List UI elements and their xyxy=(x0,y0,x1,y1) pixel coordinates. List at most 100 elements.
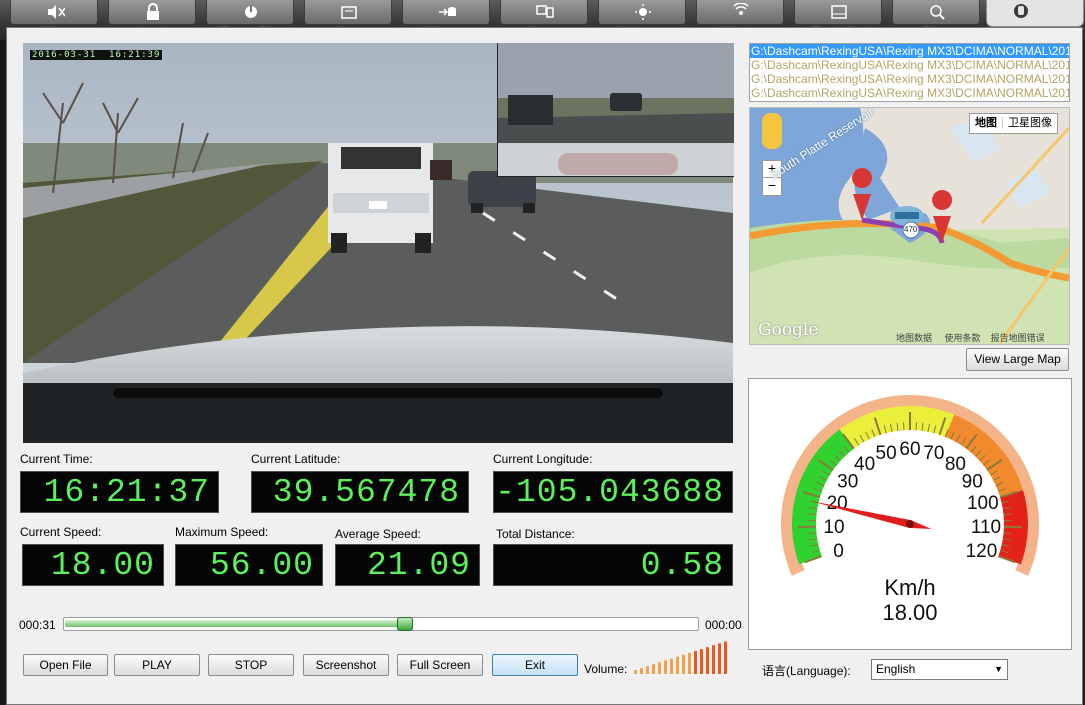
osd-timestamp: 2016-03-31 16:21:39 xyxy=(30,50,163,60)
volume-bar xyxy=(688,652,691,674)
toolbar-button-face xyxy=(794,0,882,25)
gauge-tick-label: 40 xyxy=(854,454,875,475)
language-label: 语言(Language): xyxy=(762,664,851,678)
current-time-display: 16:21:37 xyxy=(20,471,219,513)
toolbar-button-face xyxy=(892,0,980,25)
volume-bar xyxy=(706,647,709,674)
distance-label: Total Distance: xyxy=(496,527,575,541)
toolbar-button-face xyxy=(108,0,196,25)
exit-button[interactable]: Exit xyxy=(492,654,578,676)
terms-link[interactable]: 使用条款 xyxy=(945,333,981,343)
seek-bar[interactable] xyxy=(63,617,699,631)
current-speed-display: 18.00 xyxy=(22,544,164,586)
volume-bar xyxy=(658,662,661,674)
play-button[interactable]: PLAY xyxy=(114,654,200,676)
osd-date: 2016-03-31 xyxy=(32,50,97,60)
speed-value: 18.00 xyxy=(882,600,938,625)
gauge-tick xyxy=(1003,525,1022,529)
toolbar-button-face xyxy=(206,0,294,25)
toolbar-button-face xyxy=(598,0,686,25)
longitude-display: -105.043688 xyxy=(493,471,733,513)
volume-bar xyxy=(712,645,715,674)
speed-unit: Km/h xyxy=(884,575,936,600)
volume-bar xyxy=(670,658,673,674)
gauge-tick-label: 120 xyxy=(966,541,998,562)
user-icon xyxy=(1014,4,1028,18)
file-item[interactable]: G:\Dashcam\RexingUSA\Rexing MX3\DCIMA\NO… xyxy=(750,86,1069,100)
route-map[interactable]: + − 地图 卫星图像 South Platte Reservoir 470 Go… xyxy=(749,107,1070,345)
seek-progress xyxy=(65,620,407,627)
current-speed-label: Current Speed: xyxy=(20,525,102,539)
map-tab[interactable]: 地图 xyxy=(970,117,1003,129)
gauge-tick-label: 60 xyxy=(899,439,920,460)
view-large-map-button[interactable]: View Large Map xyxy=(966,348,1069,371)
language-selected: English xyxy=(876,662,916,676)
brightness-icon xyxy=(635,4,651,20)
volume-bar xyxy=(646,666,649,674)
gauge-tick-label: 0 xyxy=(833,541,844,562)
toolbar-button-face xyxy=(696,0,784,25)
gauge-tick-label: 110 xyxy=(971,517,1001,538)
open-file-button[interactable]: Open File xyxy=(23,654,108,676)
map-footer: 地图数据 使用条款 报告地图错误 xyxy=(896,331,1045,344)
satellite-tab[interactable]: 卫星图像 xyxy=(1003,117,1057,129)
volume-bar xyxy=(724,641,727,674)
gauge-tick xyxy=(915,422,918,431)
hibernate-icon xyxy=(439,7,456,16)
max-speed-display: 56.00 xyxy=(175,544,323,586)
language-select[interactable]: English ▼ xyxy=(871,659,1008,680)
gauge-tick-label: 20 xyxy=(827,493,848,514)
gauge-tick xyxy=(902,422,905,431)
zoom-out-button[interactable]: − xyxy=(762,177,782,196)
google-logo: Google xyxy=(758,320,819,340)
volume-slider[interactable] xyxy=(634,640,730,676)
rear-camera-video xyxy=(497,43,734,177)
gauge-tick-label: 90 xyxy=(962,471,983,492)
chevron-down-icon: ▼ xyxy=(994,664,1003,674)
volume-bar xyxy=(700,649,703,674)
file-item[interactable]: G:\Dashcam\RexingUSA\Rexing MX3\DCIMA\NO… xyxy=(750,44,1069,58)
remaining-time: 000:00 xyxy=(705,618,742,632)
sleep-icon xyxy=(341,6,357,19)
full-screen-button[interactable]: Full Screen xyxy=(397,654,483,676)
avg-speed-label: Average Speed: xyxy=(335,527,421,541)
route-shield: 470 xyxy=(904,225,918,234)
map-data-link[interactable]: 地图数据 xyxy=(896,333,932,343)
stop-button[interactable]: STOP xyxy=(208,654,294,676)
file-item[interactable]: G:\Dashcam\RexingUSA\Rexing MX3\DCIMA\NO… xyxy=(750,58,1069,72)
speedometer: 0 10 20 30 40 50 60 70 80 90 100 110 120 Km/h 18.00 xyxy=(748,378,1072,650)
power-plan-icon xyxy=(245,5,257,18)
report-error-link[interactable]: 报告地图错误 xyxy=(991,333,1045,343)
elapsed-time: 000:31 xyxy=(19,618,56,632)
volume-bar xyxy=(664,660,667,674)
wireless-icon xyxy=(733,3,749,15)
file-item[interactable]: G:\Dashcam\RexingUSA\Rexing MX3\DCIMA\NO… xyxy=(750,72,1069,86)
zoom-icon xyxy=(930,5,945,20)
speaker-mute-icon xyxy=(48,5,65,19)
volume-bar xyxy=(682,654,685,674)
gauge-tick-label: 70 xyxy=(923,443,944,464)
gauge-tick xyxy=(798,525,817,529)
file-list[interactable]: G:\Dashcam\RexingUSA\Rexing MX3\DCIMA\NO… xyxy=(749,43,1070,102)
volume-bar xyxy=(634,670,637,674)
output-icon xyxy=(536,5,554,18)
latitude-label: Current Latitude: xyxy=(251,452,341,466)
toolbar-button-face xyxy=(304,0,392,25)
volume-bar xyxy=(640,668,643,674)
street-view-icon[interactable] xyxy=(762,113,782,149)
map-type-tabs: 地图 卫星图像 xyxy=(969,113,1058,134)
lock-icon xyxy=(147,3,159,20)
volume-label: Volume: xyxy=(584,662,628,676)
seek-thumb[interactable] xyxy=(397,617,414,631)
volume-bar xyxy=(676,656,679,674)
toolbar-button-face xyxy=(10,0,98,25)
distance-display: 0.58 xyxy=(493,544,733,586)
latitude-display: 39.567478 xyxy=(251,471,469,513)
gauge-tick-label: 100 xyxy=(967,493,999,514)
volume-bar xyxy=(652,664,655,674)
user-button[interactable] xyxy=(986,0,1084,27)
volume-bar xyxy=(694,651,697,674)
longitude-label: Current Longitude: xyxy=(493,452,593,466)
screenshot-button[interactable]: Screenshot xyxy=(303,654,389,676)
gauge-tick-label: 10 xyxy=(823,517,844,538)
